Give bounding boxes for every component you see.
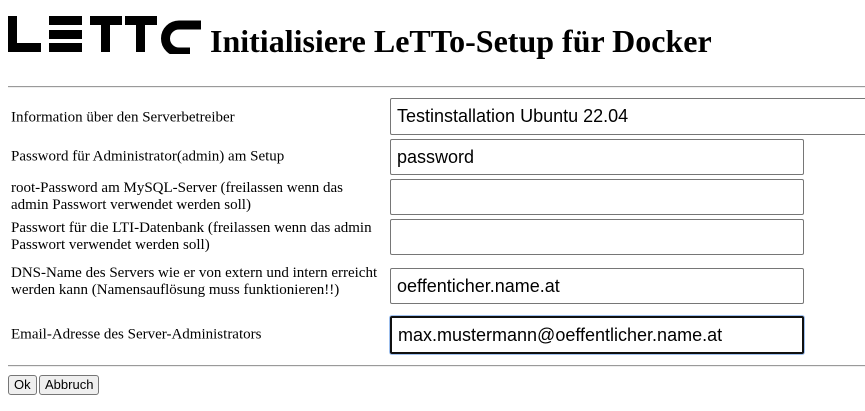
letto-logo	[8, 16, 201, 54]
form-row-dns-name: DNS-Name des Servers wie er von extern u…	[0, 260, 865, 304]
server-operator-label: Information über den Serverbetreiber	[11, 109, 235, 126]
mysql-root-password-input[interactable]	[390, 179, 804, 215]
bottom-divider	[8, 365, 865, 367]
admin-password-input[interactable]: password	[390, 139, 804, 175]
admin-email-label: Email-Adresse des Server-Administrators	[11, 326, 262, 343]
form-row-admin-email: Email-Adresse des Server-Administrators …	[0, 316, 865, 354]
top-divider	[8, 86, 865, 88]
admin-email-input[interactable]: max.mustermann@oeffentlicher.name.at	[390, 316, 804, 354]
dns-name-input[interactable]: oeffenticher.name.at	[390, 268, 804, 304]
form-row-admin-password: Password für Administrator(admin) am Set…	[0, 139, 865, 175]
admin-password-label: Password für Administrator(admin) am Set…	[11, 148, 285, 165]
page-title: Initialisiere LeTTo-Setup für Docker	[210, 23, 712, 59]
page-header: Initialisiere LeTTo-Setup für Docker	[8, 14, 712, 59]
ok-button[interactable]: Ok	[8, 375, 37, 395]
server-operator-input[interactable]: Testinstallation Ubuntu 22.04	[390, 98, 865, 135]
lti-db-password-input[interactable]	[390, 219, 804, 255]
mysql-root-password-label: root-Password am MySQL-Server (freilasse…	[11, 179, 344, 213]
lti-db-password-label: Passwort für die LTI-Datenbank (freilass…	[11, 219, 372, 253]
cancel-button[interactable]: Abbruch	[39, 375, 100, 395]
form-row-lti-db-password: Passwort für die LTI-Datenbank (freilass…	[0, 218, 865, 255]
dns-name-label: DNS-Name des Servers wie er von extern u…	[11, 265, 378, 298]
form-row-mysql-root-password: root-Password am MySQL-Server (freilasse…	[0, 178, 865, 215]
form-row-server-operator: Information über den Serverbetreiber Tes…	[0, 98, 865, 138]
